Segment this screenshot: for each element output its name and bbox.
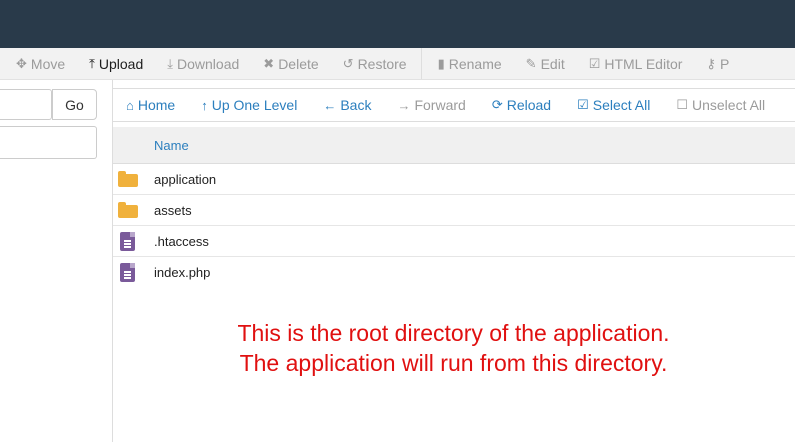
forward-button[interactable]: → Forward (397, 97, 465, 113)
file-name: application (154, 172, 217, 187)
move-icon: ✥ (16, 55, 27, 71)
level-up-icon: ↑ (201, 97, 208, 113)
download-button[interactable]: ⤓ Download (167, 48, 251, 79)
file-name: assets (154, 203, 192, 218)
file-icon (118, 263, 138, 282)
table-row[interactable]: .htaccess (113, 226, 795, 257)
folder-icon (118, 202, 138, 219)
annotation-line-2: The application will run from this direc… (239, 350, 668, 376)
toolbar-divider (420, 48, 422, 79)
back-button[interactable]: ← Back (323, 97, 371, 113)
move-button[interactable]: ✥ Move (16, 48, 77, 79)
html-editor-icon: ☑ (588, 55, 601, 71)
rename-button[interactable]: ▮ Rename (437, 48, 514, 79)
table-header: Name (113, 127, 795, 164)
arrow-right-icon: → (397, 97, 411, 113)
download-icon: ⤓ (167, 55, 174, 71)
file-icon (118, 232, 138, 251)
permissions-button[interactable]: ⚷ P (706, 48, 741, 79)
table-row[interactable]: application (113, 164, 795, 195)
home-button[interactable]: ⌂ Home (126, 97, 175, 113)
name-column-header[interactable]: Name (154, 138, 189, 153)
directory-tree-box[interactable] (0, 126, 97, 159)
up-one-level-button[interactable]: ↑ Up One Level (201, 97, 297, 113)
delete-button[interactable]: ✖ Delete (263, 48, 330, 79)
select-all-button[interactable]: ☑ Select All (577, 97, 650, 113)
restore-button[interactable]: ↺ Restore (342, 48, 419, 79)
file-manager-toolbar: ✥ Move ⤒ Upload ⤓ Download ✖ Delete ↺ Restore… (0, 48, 795, 80)
left-panel: Go (0, 80, 112, 442)
restore-icon: ↺ (342, 55, 354, 71)
navigation-bar: ⌂ Home ↑ Up One Level ← Back → Forward ⟳ Relo… (113, 88, 795, 122)
annotation-text: This is the root directory of the applic… (112, 318, 795, 378)
reload-button[interactable]: ⟳ Reload (492, 97, 551, 113)
file-icon: ▮ (437, 55, 445, 71)
table-row[interactable]: index.php (113, 257, 795, 288)
path-input[interactable] (0, 89, 52, 120)
checkbox-empty-icon: ☐ (676, 97, 688, 112)
file-name: index.php (154, 265, 211, 280)
table-row[interactable]: assets (113, 195, 795, 226)
home-icon: ⌂ (126, 97, 134, 113)
edit-button[interactable]: ✎ Edit (525, 48, 577, 79)
file-list-panel: ⌂ Home ↑ Up One Level ← Back → Forward ⟳ Relo… (112, 80, 795, 442)
pencil-icon: ✎ (525, 55, 537, 71)
key-icon: ⚷ (706, 55, 716, 71)
folder-icon (118, 171, 138, 188)
top-header-bar (0, 0, 795, 48)
upload-button[interactable]: ⤒ Upload (89, 48, 155, 79)
unselect-all-button[interactable]: ☐ Unselect All (676, 97, 765, 113)
html-editor-button[interactable]: ☑ HTML Editor (588, 48, 695, 79)
delete-icon: ✖ (263, 55, 275, 71)
arrow-left-icon: ← (323, 97, 337, 113)
go-button[interactable]: Go (52, 89, 97, 120)
file-name: .htaccess (154, 234, 209, 249)
checkbox-checked-icon: ☑ (577, 97, 589, 112)
upload-icon: ⤒ (89, 55, 95, 71)
reload-icon: ⟳ (491, 97, 503, 112)
annotation-line-1: This is the root directory of the applic… (237, 320, 670, 346)
